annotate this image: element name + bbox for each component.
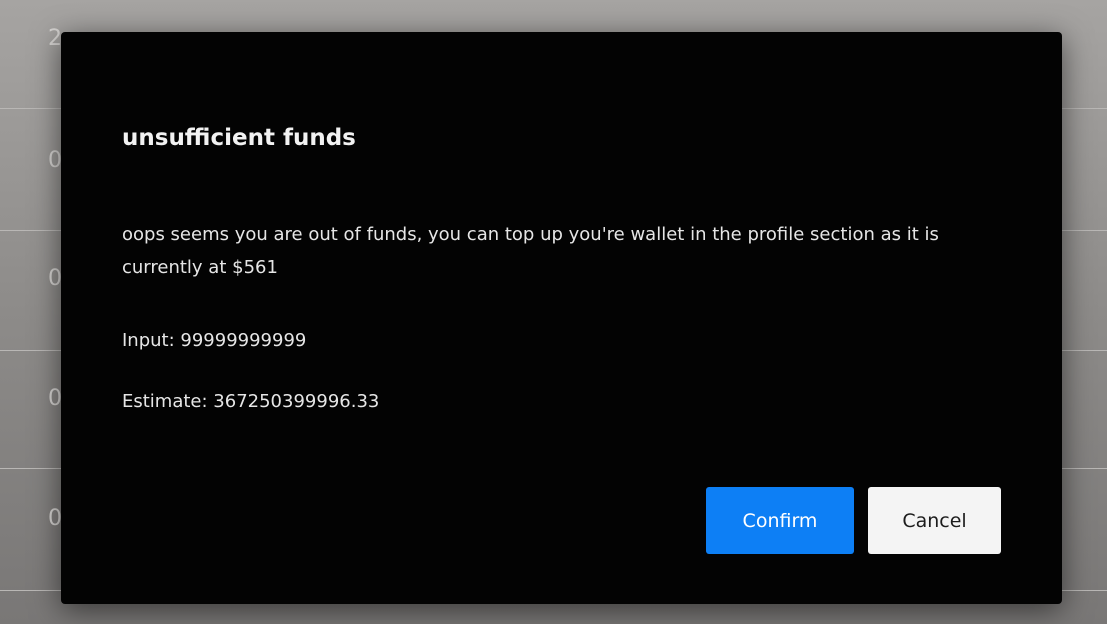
dialog-message: oops seems you are out of funds, you can… <box>122 224 939 278</box>
insufficient-funds-dialog: unsufficient funds oops seems you are ou… <box>61 32 1062 604</box>
background-row-value: 0 <box>48 506 62 531</box>
dialog-title: unsufficient funds <box>122 125 356 151</box>
cancel-button[interactable]: Cancel <box>868 487 1001 554</box>
input-amount-text: Input: 99999999999 <box>122 330 307 351</box>
background-row-value: 2 <box>48 26 62 51</box>
background-row-value: 0 <box>48 386 62 411</box>
estimate-amount-text: Estimate: 367250399996.33 <box>122 391 380 412</box>
confirm-button[interactable]: Confirm <box>706 487 854 554</box>
background-row-value: 0 <box>48 266 62 291</box>
background-row-value: 0 <box>48 148 62 173</box>
